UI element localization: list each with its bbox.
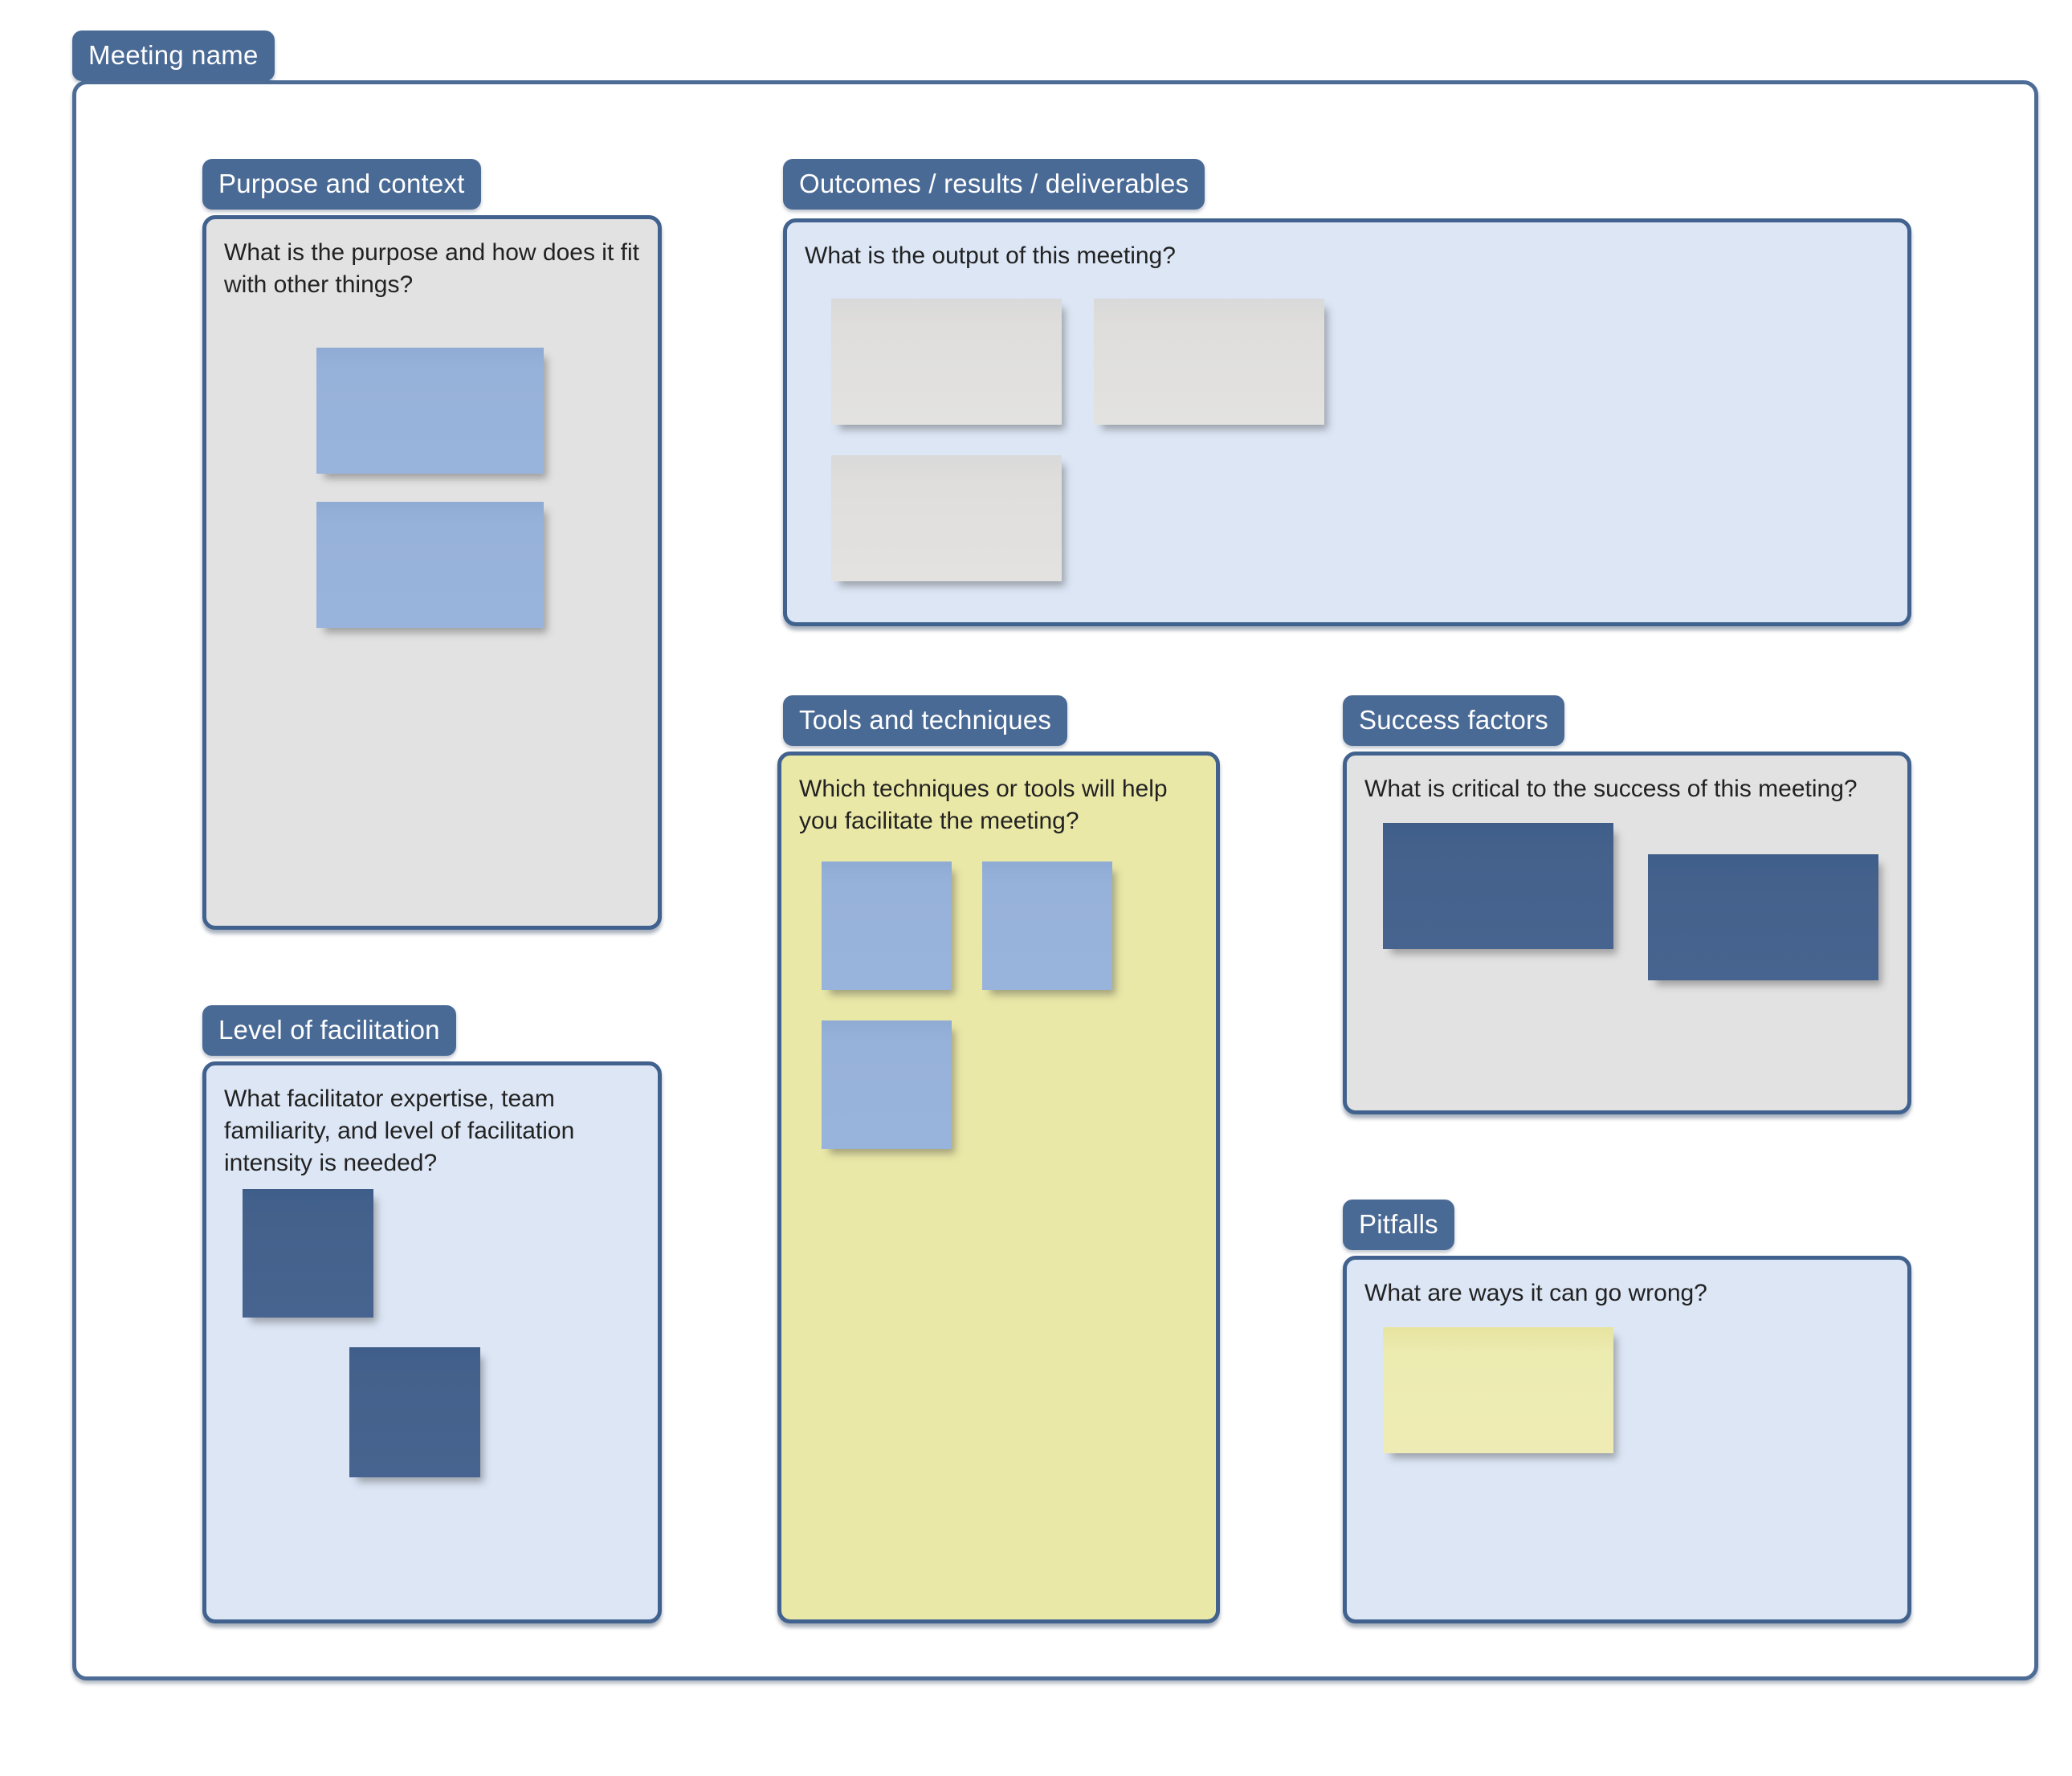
meeting-canvas: Meeting name Purpose and context What is… [0, 0, 2072, 1776]
section-tag-pitfalls[interactable]: Pitfalls [1343, 1200, 1454, 1250]
board-title-tag[interactable]: Meeting name [72, 31, 275, 81]
sticky-note[interactable] [982, 862, 1112, 990]
sticky-note[interactable] [349, 1347, 480, 1477]
sticky-note[interactable] [243, 1189, 373, 1318]
section-card-purpose-and-context[interactable]: What is the purpose and how does it fit … [202, 215, 662, 930]
sticky-note[interactable] [1094, 299, 1324, 425]
sticky-note[interactable] [831, 455, 1062, 581]
sticky-note[interactable] [831, 299, 1062, 425]
section-prompt-tools-and-techniques: Which techniques or tools will help you … [799, 776, 1168, 834]
sticky-note[interactable] [1383, 823, 1613, 949]
section-tag-success-factors[interactable]: Success factors [1343, 695, 1564, 746]
section-prompt-outcomes: What is the output of this meeting? [805, 242, 1176, 269]
section-card-pitfalls[interactable]: What are ways it can go wrong? [1343, 1256, 1911, 1623]
sticky-note[interactable] [1648, 854, 1878, 980]
section-prompt-success-factors: What is critical to the success of this … [1364, 776, 1858, 802]
section-prompt-purpose-and-context: What is the purpose and how does it fit … [224, 239, 639, 298]
section-card-tools-and-techniques[interactable]: Which techniques or tools will help you … [777, 752, 1220, 1623]
sticky-note[interactable] [316, 502, 544, 628]
section-tag-purpose-and-context[interactable]: Purpose and context [202, 159, 481, 210]
section-card-level-of-facilitation[interactable]: What facilitator expertise, team familia… [202, 1061, 662, 1623]
sticky-note[interactable] [822, 1020, 952, 1149]
sticky-note[interactable] [822, 862, 952, 990]
section-tag-outcomes[interactable]: Outcomes / results / deliverables [783, 159, 1205, 210]
sticky-note[interactable] [316, 348, 544, 474]
section-card-success-factors[interactable]: What is critical to the success of this … [1343, 752, 1911, 1114]
section-prompt-level-of-facilitation: What facilitator expertise, team familia… [224, 1086, 575, 1176]
section-tag-level-of-facilitation[interactable]: Level of facilitation [202, 1005, 456, 1056]
section-tag-tools-and-techniques[interactable]: Tools and techniques [783, 695, 1068, 746]
section-prompt-pitfalls: What are ways it can go wrong? [1364, 1280, 1707, 1306]
sticky-note[interactable] [1383, 1327, 1613, 1453]
section-card-outcomes[interactable]: What is the output of this meeting? [783, 218, 1911, 626]
